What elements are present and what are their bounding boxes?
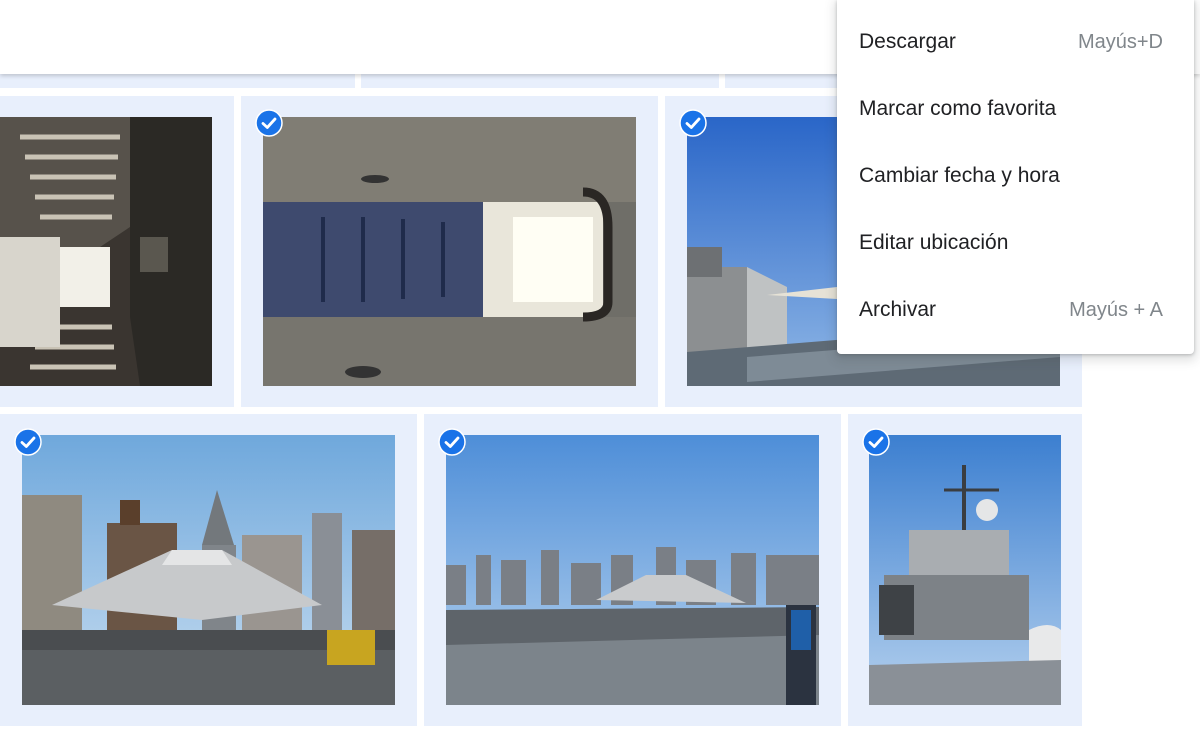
photo-tile[interactable] — [848, 414, 1082, 726]
menu-item-label: Descargar — [859, 30, 956, 53]
menu-item-label: Marcar como favorita — [859, 97, 1057, 120]
photo-tile[interactable] — [424, 414, 841, 726]
row-above-strip — [725, 74, 837, 88]
row-above-strip — [361, 74, 719, 88]
selected-check-icon[interactable] — [255, 109, 283, 137]
selected-check-icon[interactable] — [862, 428, 890, 456]
context-menu: Descargar Mayús+D Marcar como favorita C… — [837, 0, 1194, 354]
menu-item-edit-location[interactable]: Editar ubicación — [837, 215, 1194, 271]
photo-tile[interactable] — [241, 96, 658, 407]
photo-thumbnail — [446, 435, 819, 705]
photo-thumbnail — [22, 435, 395, 705]
menu-item-shortcut: Mayús+D — [1077, 30, 1163, 53]
menu-item-label: Cambiar fecha y hora — [859, 164, 1060, 187]
menu-item-favorite[interactable]: Marcar como favorita — [837, 81, 1194, 137]
photo-thumbnail — [869, 435, 1061, 705]
menu-item-shortcut: Mayús + A — [1069, 298, 1163, 321]
row-above-strip — [0, 74, 355, 88]
menu-item-download[interactable]: Descargar Mayús+D — [837, 14, 1194, 70]
photo-thumbnail — [263, 117, 636, 386]
menu-item-label: Editar ubicación — [859, 231, 1009, 254]
menu-item-change-date[interactable]: Cambiar fecha y hora — [837, 148, 1194, 204]
photo-tile[interactable] — [0, 414, 417, 726]
menu-item-archive[interactable]: Archivar Mayús + A — [837, 282, 1194, 338]
selected-check-icon[interactable] — [438, 428, 466, 456]
menu-item-label: Archivar — [859, 298, 937, 321]
photo-thumbnail — [0, 117, 212, 386]
selected-check-icon[interactable] — [679, 109, 707, 137]
photo-tile[interactable] — [0, 96, 234, 407]
selected-check-icon[interactable] — [14, 428, 42, 456]
